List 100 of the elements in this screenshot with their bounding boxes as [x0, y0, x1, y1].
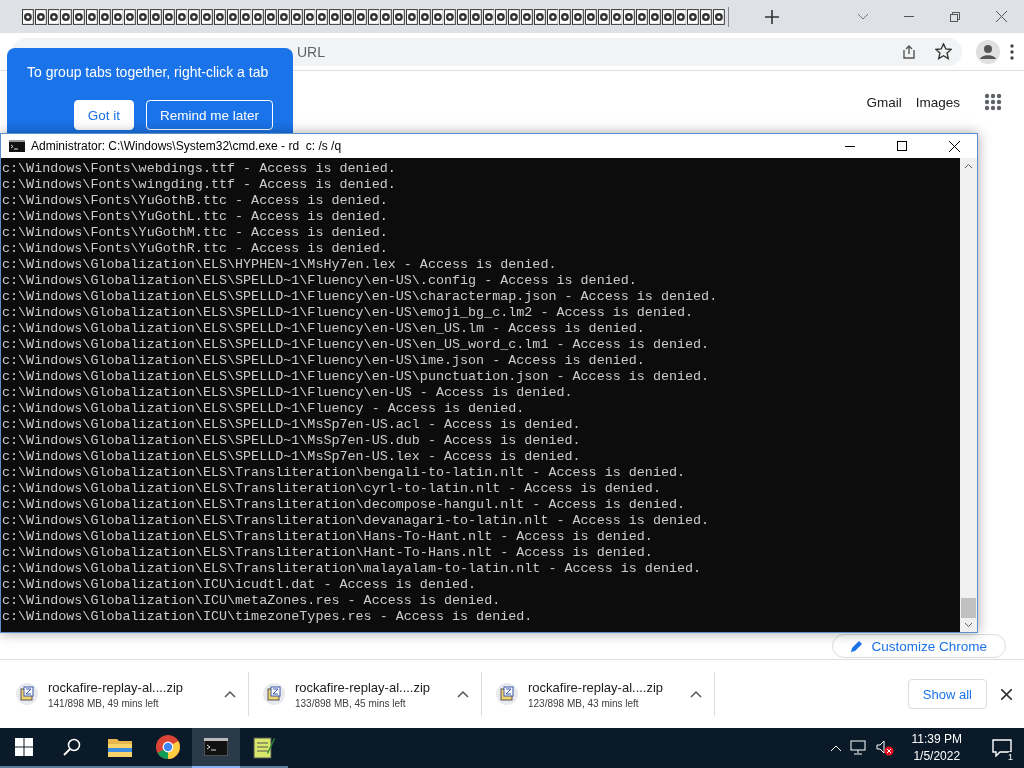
tab-favicon-icon[interactable]: [674, 8, 687, 25]
apps-grid-icon[interactable]: [984, 93, 1002, 111]
tab-favicon-icon[interactable]: [469, 8, 482, 25]
tab-favicon-icon[interactable]: [367, 8, 380, 25]
tab-favicon-icon[interactable]: [572, 8, 585, 25]
tab-favicon-icon[interactable]: [201, 8, 213, 25]
tab-favicon-icon[interactable]: [316, 8, 329, 25]
share-icon[interactable]: [901, 43, 917, 60]
network-icon[interactable]: [849, 740, 868, 756]
close-icon[interactable]: [1001, 688, 1012, 700]
tab-favicon-icon[interactable]: [47, 8, 60, 25]
tab-favicon-icon[interactable]: [213, 8, 226, 25]
got-it-button[interactable]: Got it: [73, 100, 134, 130]
caret-up-icon[interactable]: [690, 690, 702, 698]
tab-favicon-icon[interactable]: [137, 8, 149, 25]
download-item[interactable]: rockafire-replay-al....zip 133/898 MB, 45 mins left: [249, 672, 482, 716]
gmail-link[interactable]: Gmail: [866, 94, 902, 110]
tab-favicon-icon[interactable]: [303, 8, 316, 25]
tab-favicon-icon[interactable]: [60, 8, 73, 25]
search-icon[interactable]: [63, 738, 81, 756]
tab-favicon-icon[interactable]: [252, 8, 265, 25]
menu-icon[interactable]: [1010, 43, 1014, 60]
tab-favicon-icon[interactable]: [700, 8, 713, 25]
tab-favicon-icon[interactable]: [290, 8, 303, 25]
clock-time[interactable]: 11:39 PM: [911, 731, 962, 748]
tab-favicon-icon[interactable]: [508, 8, 521, 25]
console-icon[interactable]: [204, 738, 228, 756]
console-line: c:\Windows\Fonts\YuGothB.ttc - Access is denied.: [2, 193, 389, 209]
console-line: c:\Windows\Globalization\ELS\Transliteration\malayalam-to-latin.nlt - Access is denied.: [2, 561, 703, 577]
caret-up-icon[interactable]: [457, 690, 469, 698]
tab-favicon-icon[interactable]: [687, 8, 700, 25]
remind-later-button[interactable]: Remind me later: [145, 100, 273, 130]
scrollbar-thumb[interactable]: [961, 598, 976, 618]
tab-favicon-icon[interactable]: [597, 8, 610, 25]
tab-favicon-icon[interactable]: [380, 8, 393, 25]
tab-favicon-icon[interactable]: [405, 8, 418, 25]
tab-favicon-icon[interactable]: [661, 8, 674, 25]
zip-file-icon: [16, 683, 38, 705]
tab-favicon-icon[interactable]: [111, 8, 124, 25]
tab-favicon-icon[interactable]: [341, 8, 354, 25]
minimize-icon[interactable]: [845, 145, 855, 147]
tab-favicon-icon[interactable]: [354, 8, 367, 25]
tab-favicon-icon[interactable]: [277, 8, 290, 25]
download-status: 133/898 MB, 45 mins left: [295, 697, 407, 709]
tab-favicon-icon[interactable]: [533, 8, 546, 25]
close-icon[interactable]: [948, 140, 960, 152]
tab-favicon-icon[interactable]: [226, 8, 239, 25]
download-item[interactable]: rockafire-replay-al....zip 141/898 MB, 49 mins left: [16, 672, 249, 716]
tab-favicon-icon[interactable]: [623, 8, 636, 25]
tab-favicon-icon[interactable]: [418, 8, 431, 25]
tab-favicon-icon[interactable]: [649, 8, 661, 25]
tab-favicon-icon[interactable]: [86, 8, 98, 25]
tab-favicon-icon[interactable]: [73, 8, 85, 25]
tab-favicon-icon[interactable]: [265, 8, 277, 25]
restore-icon[interactable]: [950, 11, 960, 22]
scroll-down-icon[interactable]: [964, 622, 973, 628]
chevron-up-icon[interactable]: [829, 744, 842, 752]
tab-favicon-icon[interactable]: [162, 8, 175, 25]
tab-favicon-icon[interactable]: [636, 8, 649, 25]
tab-favicon-icon[interactable]: [444, 8, 457, 25]
tab-favicon-icon[interactable]: [98, 8, 111, 25]
tab-favicon-icon[interactable]: [239, 8, 252, 25]
tab-favicon-icon[interactable]: [149, 8, 162, 25]
tab-favicon-icon[interactable]: [329, 8, 341, 25]
tab-favicon-icon[interactable]: [34, 8, 47, 25]
tab-favicon-icon[interactable]: [713, 8, 725, 25]
chrome-icon[interactable]: [156, 735, 180, 759]
download-item[interactable]: rockafire-replay-al....zip 123/898 MB, 43 mins left: [482, 672, 715, 716]
scrollbar[interactable]: [960, 158, 977, 632]
console-line: c:\Windows\Globalization\ELS\SPELLD~1\Fluency\en-US\charactermap.json - Access is denied.: [2, 289, 719, 305]
tab-favicon-icon[interactable]: [393, 8, 405, 25]
folder-icon[interactable]: [108, 737, 132, 757]
tab-favicon-icon[interactable]: [585, 8, 597, 25]
clock-date[interactable]: 1/5/2022: [913, 748, 961, 765]
show-all-button[interactable]: Show all: [907, 679, 987, 709]
tab-favicon-icon[interactable]: [521, 8, 533, 25]
maximize-icon[interactable]: [897, 141, 907, 151]
scroll-up-icon[interactable]: [964, 163, 973, 169]
windows-start-icon[interactable]: [15, 738, 33, 756]
chevron-down-icon[interactable]: [857, 12, 869, 21]
tab-favicon-icon[interactable]: [431, 8, 444, 25]
tab-favicon-icon[interactable]: [457, 8, 469, 25]
tab-favicon-icon[interactable]: [559, 8, 572, 25]
tab-favicon-icon[interactable]: [175, 8, 188, 25]
caret-up-icon[interactable]: [224, 690, 236, 698]
tab-favicon-icon[interactable]: [610, 8, 623, 25]
images-link[interactable]: Images: [915, 94, 960, 110]
muted-speaker-icon[interactable]: [875, 740, 894, 756]
tab-favicon-icon[interactable]: [546, 8, 559, 25]
tab-favicon-icon[interactable]: [495, 8, 508, 25]
tab-favicon-icon[interactable]: [22, 8, 34, 25]
profile-icon[interactable]: [976, 39, 1000, 64]
tab-favicon-icon[interactable]: [124, 8, 137, 25]
customize-chrome-button[interactable]: Customize Chrome: [832, 634, 1006, 658]
download-file-name: rockafire-replay-al....zip: [295, 679, 432, 695]
tab-favicon-icon[interactable]: [482, 8, 495, 25]
notepad-icon[interactable]: [253, 735, 275, 759]
star-icon[interactable]: [935, 43, 952, 60]
new-tab-icon[interactable]: [765, 9, 779, 24]
tab-favicon-icon[interactable]: [188, 8, 201, 25]
